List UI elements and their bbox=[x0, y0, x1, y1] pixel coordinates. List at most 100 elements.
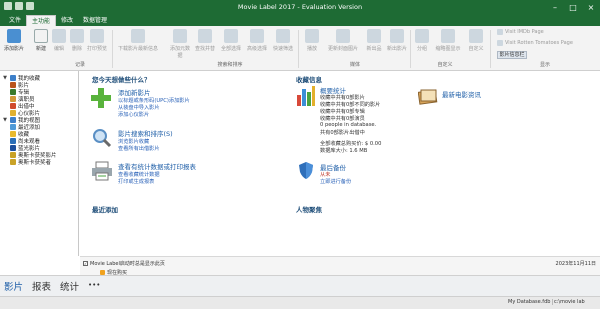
rotten-tomatoes-icon bbox=[497, 40, 503, 46]
visit-rotten-tomatoes-button[interactable]: Visit Rotten Tomatoes Page bbox=[497, 40, 573, 46]
add-movie-button[interactable]: 添加影片 bbox=[2, 29, 26, 52]
print-preview-label: 打印预览 bbox=[86, 46, 107, 52]
view-tab-movies[interactable]: 影片 bbox=[4, 279, 23, 293]
bar-chart-icon bbox=[297, 86, 315, 106]
ribbon-separator bbox=[298, 30, 299, 68]
add-metadata-label: 添加元数据 bbox=[169, 46, 190, 59]
quick-filter-label: 快速筛选 bbox=[272, 46, 293, 52]
what-to-do-heading: 您今天想做些什么？ bbox=[92, 76, 151, 84]
new-icon bbox=[34, 29, 48, 43]
latest-news-title[interactable]: 最新电影资讯 bbox=[442, 89, 481, 99]
stat-movies: 收藏中共有0部影片 bbox=[320, 95, 365, 101]
database-name: My Database.fdb bbox=[508, 299, 554, 305]
movie-info-panel-toggle[interactable]: 影片信息栏 bbox=[497, 51, 527, 59]
tab-edit[interactable]: 修改 bbox=[56, 15, 78, 26]
close-icon[interactable]: × bbox=[582, 0, 600, 14]
edit-label: 编辑 bbox=[53, 46, 64, 52]
view-tab-statistics[interactable]: 统计 bbox=[60, 279, 79, 293]
stat-people: 0 people in database. bbox=[320, 122, 377, 128]
imdb-icon bbox=[497, 29, 503, 35]
checkbox-icon[interactable]: ✓ bbox=[83, 261, 88, 266]
visit-rotten-tomatoes-label: Visit Rotten Tomatoes Page bbox=[505, 40, 573, 46]
quick-filter-button[interactable]: 快速筛选 bbox=[271, 29, 295, 52]
delete-label: 删除 bbox=[71, 46, 82, 52]
show-on-startup-label: Movie Label启动时总是显示此页 bbox=[90, 261, 165, 267]
view-tab-reports[interactable]: 报表 bbox=[32, 279, 51, 293]
group-media: 媒体 bbox=[349, 62, 360, 68]
people-focus-heading: 人物聚焦 bbox=[296, 206, 322, 214]
group-display: 显示 bbox=[539, 62, 550, 68]
print-preview-button[interactable]: 打印预览 bbox=[85, 29, 109, 52]
collection-tree: ▼ 我的收藏 影片 专辑 演职员 出借中 心仪影片 ▼ 我的视图 最近添加 收藏 尚… bbox=[0, 71, 79, 256]
play-icon bbox=[305, 29, 319, 43]
expander-icon[interactable]: ▼ bbox=[2, 117, 8, 123]
new-release-icon bbox=[367, 29, 381, 43]
group-records: 记录 bbox=[74, 62, 85, 68]
backup-status: 从未 bbox=[320, 172, 331, 178]
update-cover-label: 更新封面图片 bbox=[327, 46, 358, 52]
visit-imdb-button[interactable]: Visit IMDb Page bbox=[497, 29, 544, 35]
reports-title[interactable]: 查看有统计数据或打印报表 bbox=[118, 161, 196, 171]
minimize-icon[interactable]: – bbox=[546, 0, 564, 14]
print-preview-icon bbox=[90, 29, 104, 43]
advanced-select-icon bbox=[250, 29, 264, 43]
stat-purchase-value: 全部收藏总购买价: $ 0.00 bbox=[320, 141, 382, 147]
group-button[interactable]: 分组 bbox=[410, 29, 434, 52]
maximize-icon[interactable]: □ bbox=[564, 0, 582, 14]
update-cover-button[interactable]: 更新封面图片 bbox=[324, 29, 362, 52]
view-loaned-link[interactable]: 查看所有出借影片 bbox=[118, 145, 160, 152]
add-movie-title[interactable]: 添加新影片 bbox=[118, 87, 151, 97]
find-replace-button[interactable]: 查找并替 bbox=[193, 29, 217, 52]
add-metadata-icon bbox=[173, 29, 187, 43]
magnifier-icon bbox=[93, 129, 112, 148]
date-label: 2023年11月11日 bbox=[555, 261, 596, 267]
customize-button[interactable]: 自定义 bbox=[464, 29, 488, 52]
view-stats-link[interactable]: 查看收藏统计数据 bbox=[118, 171, 160, 178]
stat-db-size: 数据库大小: 1.6 MB bbox=[320, 148, 368, 154]
select-all-icon bbox=[224, 29, 238, 43]
expander-icon[interactable]: ▼ bbox=[2, 75, 8, 81]
group-icon bbox=[415, 29, 429, 43]
thumbnail-view-label: 缩略图显示 bbox=[435, 46, 461, 52]
customize-icon bbox=[469, 29, 483, 43]
start-page: 您今天想做些什么？ 收藏信息 添加新影片 以标题或条形码(UPC)添加影片 从装… bbox=[80, 71, 600, 256]
tree-oscar-winners[interactable]: 奥斯卡获奖者 bbox=[10, 158, 51, 166]
add-wishlist-link[interactable]: 添加心仪影片 bbox=[118, 111, 149, 118]
download-info-button[interactable]: 下载影片最新信息 bbox=[117, 29, 159, 52]
show-on-startup-checkbox[interactable]: ✓ Movie Label启动时总是显示此页 bbox=[83, 260, 165, 267]
news-icon bbox=[418, 89, 438, 105]
new-release-button[interactable]: 新出品 bbox=[362, 29, 386, 52]
collection-info-heading: 收藏信息 bbox=[296, 76, 322, 84]
thumbnail-view-button[interactable]: 缩略图显示 bbox=[434, 29, 462, 52]
title-bar: Movie Label 2017 - Evaluation Version – … bbox=[0, 0, 600, 14]
tab-file[interactable]: 文件 bbox=[4, 15, 26, 26]
tab-data-management[interactable]: 数据管理 bbox=[78, 15, 112, 26]
select-all-button[interactable]: 全部选择 bbox=[219, 29, 243, 52]
print-reports-link[interactable]: 打印或生成报表 bbox=[118, 178, 154, 185]
ribbon-separator bbox=[112, 30, 113, 68]
play-button[interactable]: 播放 bbox=[300, 29, 324, 52]
ribbon: 添加影片 新建 编辑 删除 打印预览 记录 下载影片最新信息 添加元数据 查找并… bbox=[0, 26, 600, 71]
search-sort-title[interactable]: 影片搜索和排序(S) bbox=[118, 128, 173, 138]
find-replace-icon bbox=[198, 29, 212, 43]
more-views-button[interactable]: ••• bbox=[88, 281, 100, 289]
advanced-select-button[interactable]: 高级选择 bbox=[245, 29, 269, 52]
window-title: Movie Label 2017 - Evaluation Version bbox=[237, 3, 363, 11]
tree-label: 奥斯卡获奖者 bbox=[18, 160, 52, 166]
group-search-sort: 搜索和排序 bbox=[217, 62, 243, 68]
find-replace-label: 查找并替 bbox=[194, 46, 215, 52]
view-switcher: 影片 报表 统计 ••• bbox=[0, 275, 600, 296]
add-by-barcode-link[interactable]: 以标题或条形码(UPC)添加影片 bbox=[118, 97, 190, 104]
tab-home[interactable]: 主功能 bbox=[26, 15, 57, 26]
new-label: 新建 bbox=[35, 46, 46, 52]
ribbon-tabs: 文件 主功能 修改 数据管理 bbox=[0, 14, 600, 26]
import-from-disc-link[interactable]: 从装盘中导入影片 bbox=[118, 104, 160, 111]
customize-label: 自定义 bbox=[468, 46, 484, 52]
backup-now-link[interactable]: 立即进行备份 bbox=[320, 178, 351, 185]
new-movies-button[interactable]: 新出影片 bbox=[385, 29, 409, 52]
download-info-label: 下载影片最新信息 bbox=[117, 46, 158, 52]
add-metadata-button[interactable]: 添加元数据 bbox=[168, 29, 192, 59]
update-cover-icon bbox=[336, 29, 350, 43]
browse-collection-link[interactable]: 浏览影片收藏 bbox=[118, 138, 149, 145]
window-controls: – □ × bbox=[546, 0, 600, 14]
